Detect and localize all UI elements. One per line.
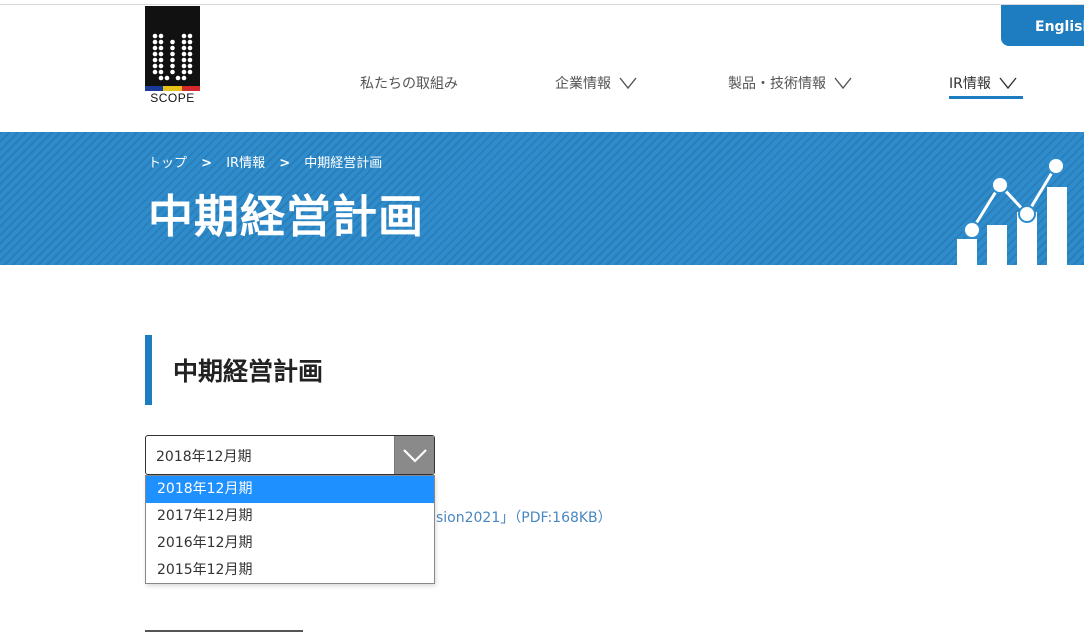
page-banner: トップ > IR情報 > 中期経営計画 中期経営計画: [0, 132, 1084, 265]
period-option[interactable]: 2015年12月期: [146, 557, 434, 584]
top-divider: [0, 4, 1084, 5]
nav-item-label: IR情報: [949, 76, 991, 92]
breadcrumb: トップ > IR情報 > 中期経営計画: [148, 152, 382, 171]
nav-item-label: 製品・技術情報: [728, 76, 826, 92]
section-title: 中期経営計画: [173, 357, 324, 386]
period-dropdown-list: 2018年12月期 2017年12月期 2016年12月期 2015年12月期: [145, 475, 435, 584]
chevron-down-icon: [834, 77, 852, 90]
logo-mark: [145, 6, 200, 86]
period-option[interactable]: 2016年12月期: [146, 530, 434, 557]
period-select-value: 2018年12月期: [156, 449, 252, 465]
nav-item-initiatives[interactable]: 私たちの取組み: [360, 72, 458, 94]
period-option[interactable]: 2018年12月期: [146, 476, 434, 503]
nav-item-label: 私たちの取組み: [360, 76, 458, 92]
chevron-down-icon: [619, 77, 637, 90]
breadcrumb-home[interactable]: トップ: [148, 156, 187, 171]
period-select[interactable]: 2018年12月期: [145, 435, 435, 475]
nav-item-products[interactable]: 製品・技術情報: [728, 72, 852, 94]
chevron-down-icon: [403, 449, 427, 463]
nav-item-ir[interactable]: IR情報: [949, 72, 1017, 94]
logo-text: SCOPE: [150, 91, 195, 105]
period-option[interactable]: 2017年12月期: [146, 503, 434, 530]
nav-item-label: 企業情報: [555, 76, 611, 92]
section-accent-bar: [145, 335, 152, 405]
breadcrumb-separator: >: [201, 156, 213, 171]
breadcrumb-current: 中期経営計画: [304, 156, 383, 171]
plan-pdf-link[interactable]: sion2021」（PDF:168KB）: [436, 507, 612, 527]
growth-chart-icon: [957, 157, 1067, 265]
nav-active-indicator: [949, 96, 1023, 99]
select-toggle-button[interactable]: [394, 436, 434, 474]
page-title: 中期経営計画: [148, 190, 425, 243]
breadcrumb-ir[interactable]: IR情報: [226, 156, 265, 171]
english-button[interactable]: English: [1001, 5, 1084, 46]
chevron-down-icon: [999, 77, 1017, 90]
scope-logo[interactable]: SCOPE: [145, 6, 200, 105]
breadcrumb-separator: >: [279, 156, 291, 171]
nav-item-company[interactable]: 企業情報: [555, 72, 637, 94]
